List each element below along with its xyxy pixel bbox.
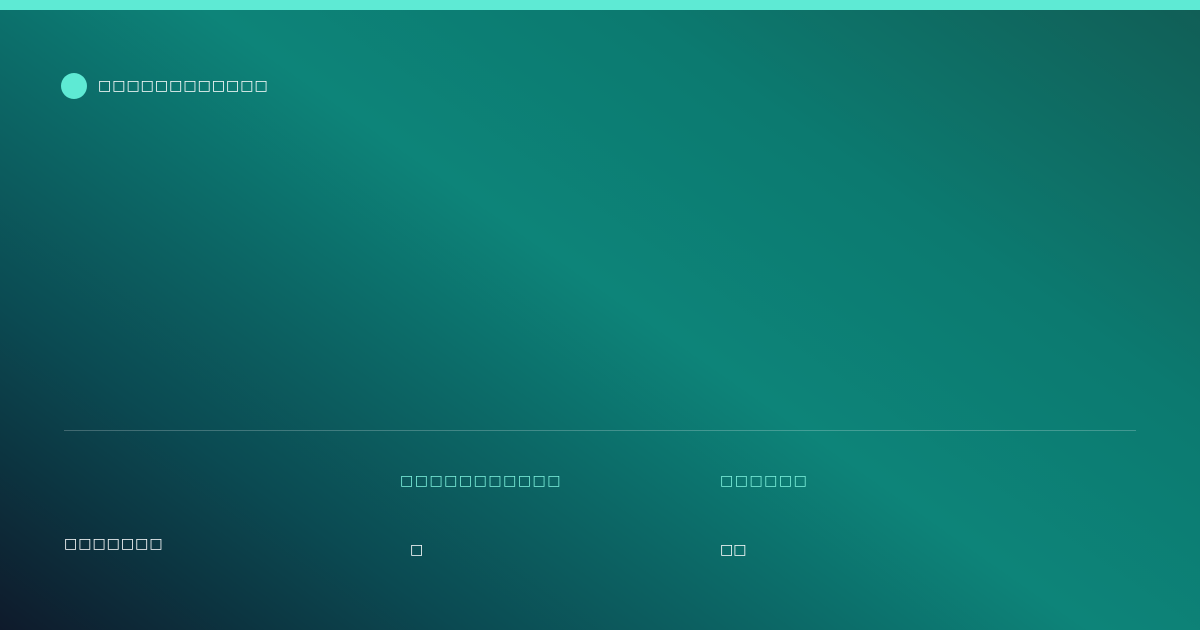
brand-name: □□□□□□□□□□□□ xyxy=(98,78,269,94)
top-accent-bar xyxy=(0,0,1200,10)
brand-logo-dot xyxy=(61,73,87,99)
stat-label: □□□□□□ xyxy=(720,473,809,489)
stat-value: □□ xyxy=(720,542,747,558)
stat-label: □□□□□□□□□□□ xyxy=(400,473,563,489)
stat-block-2: □□□□□□ □□ xyxy=(720,473,808,558)
stat-block-1: □□□□□□□□□□□ □ xyxy=(400,473,562,558)
brand: □□□□□□□□□□□□ xyxy=(61,73,269,99)
footer-label: □□□□□□□ xyxy=(64,536,164,552)
stat-value: □ xyxy=(410,542,424,558)
divider xyxy=(64,430,1136,431)
